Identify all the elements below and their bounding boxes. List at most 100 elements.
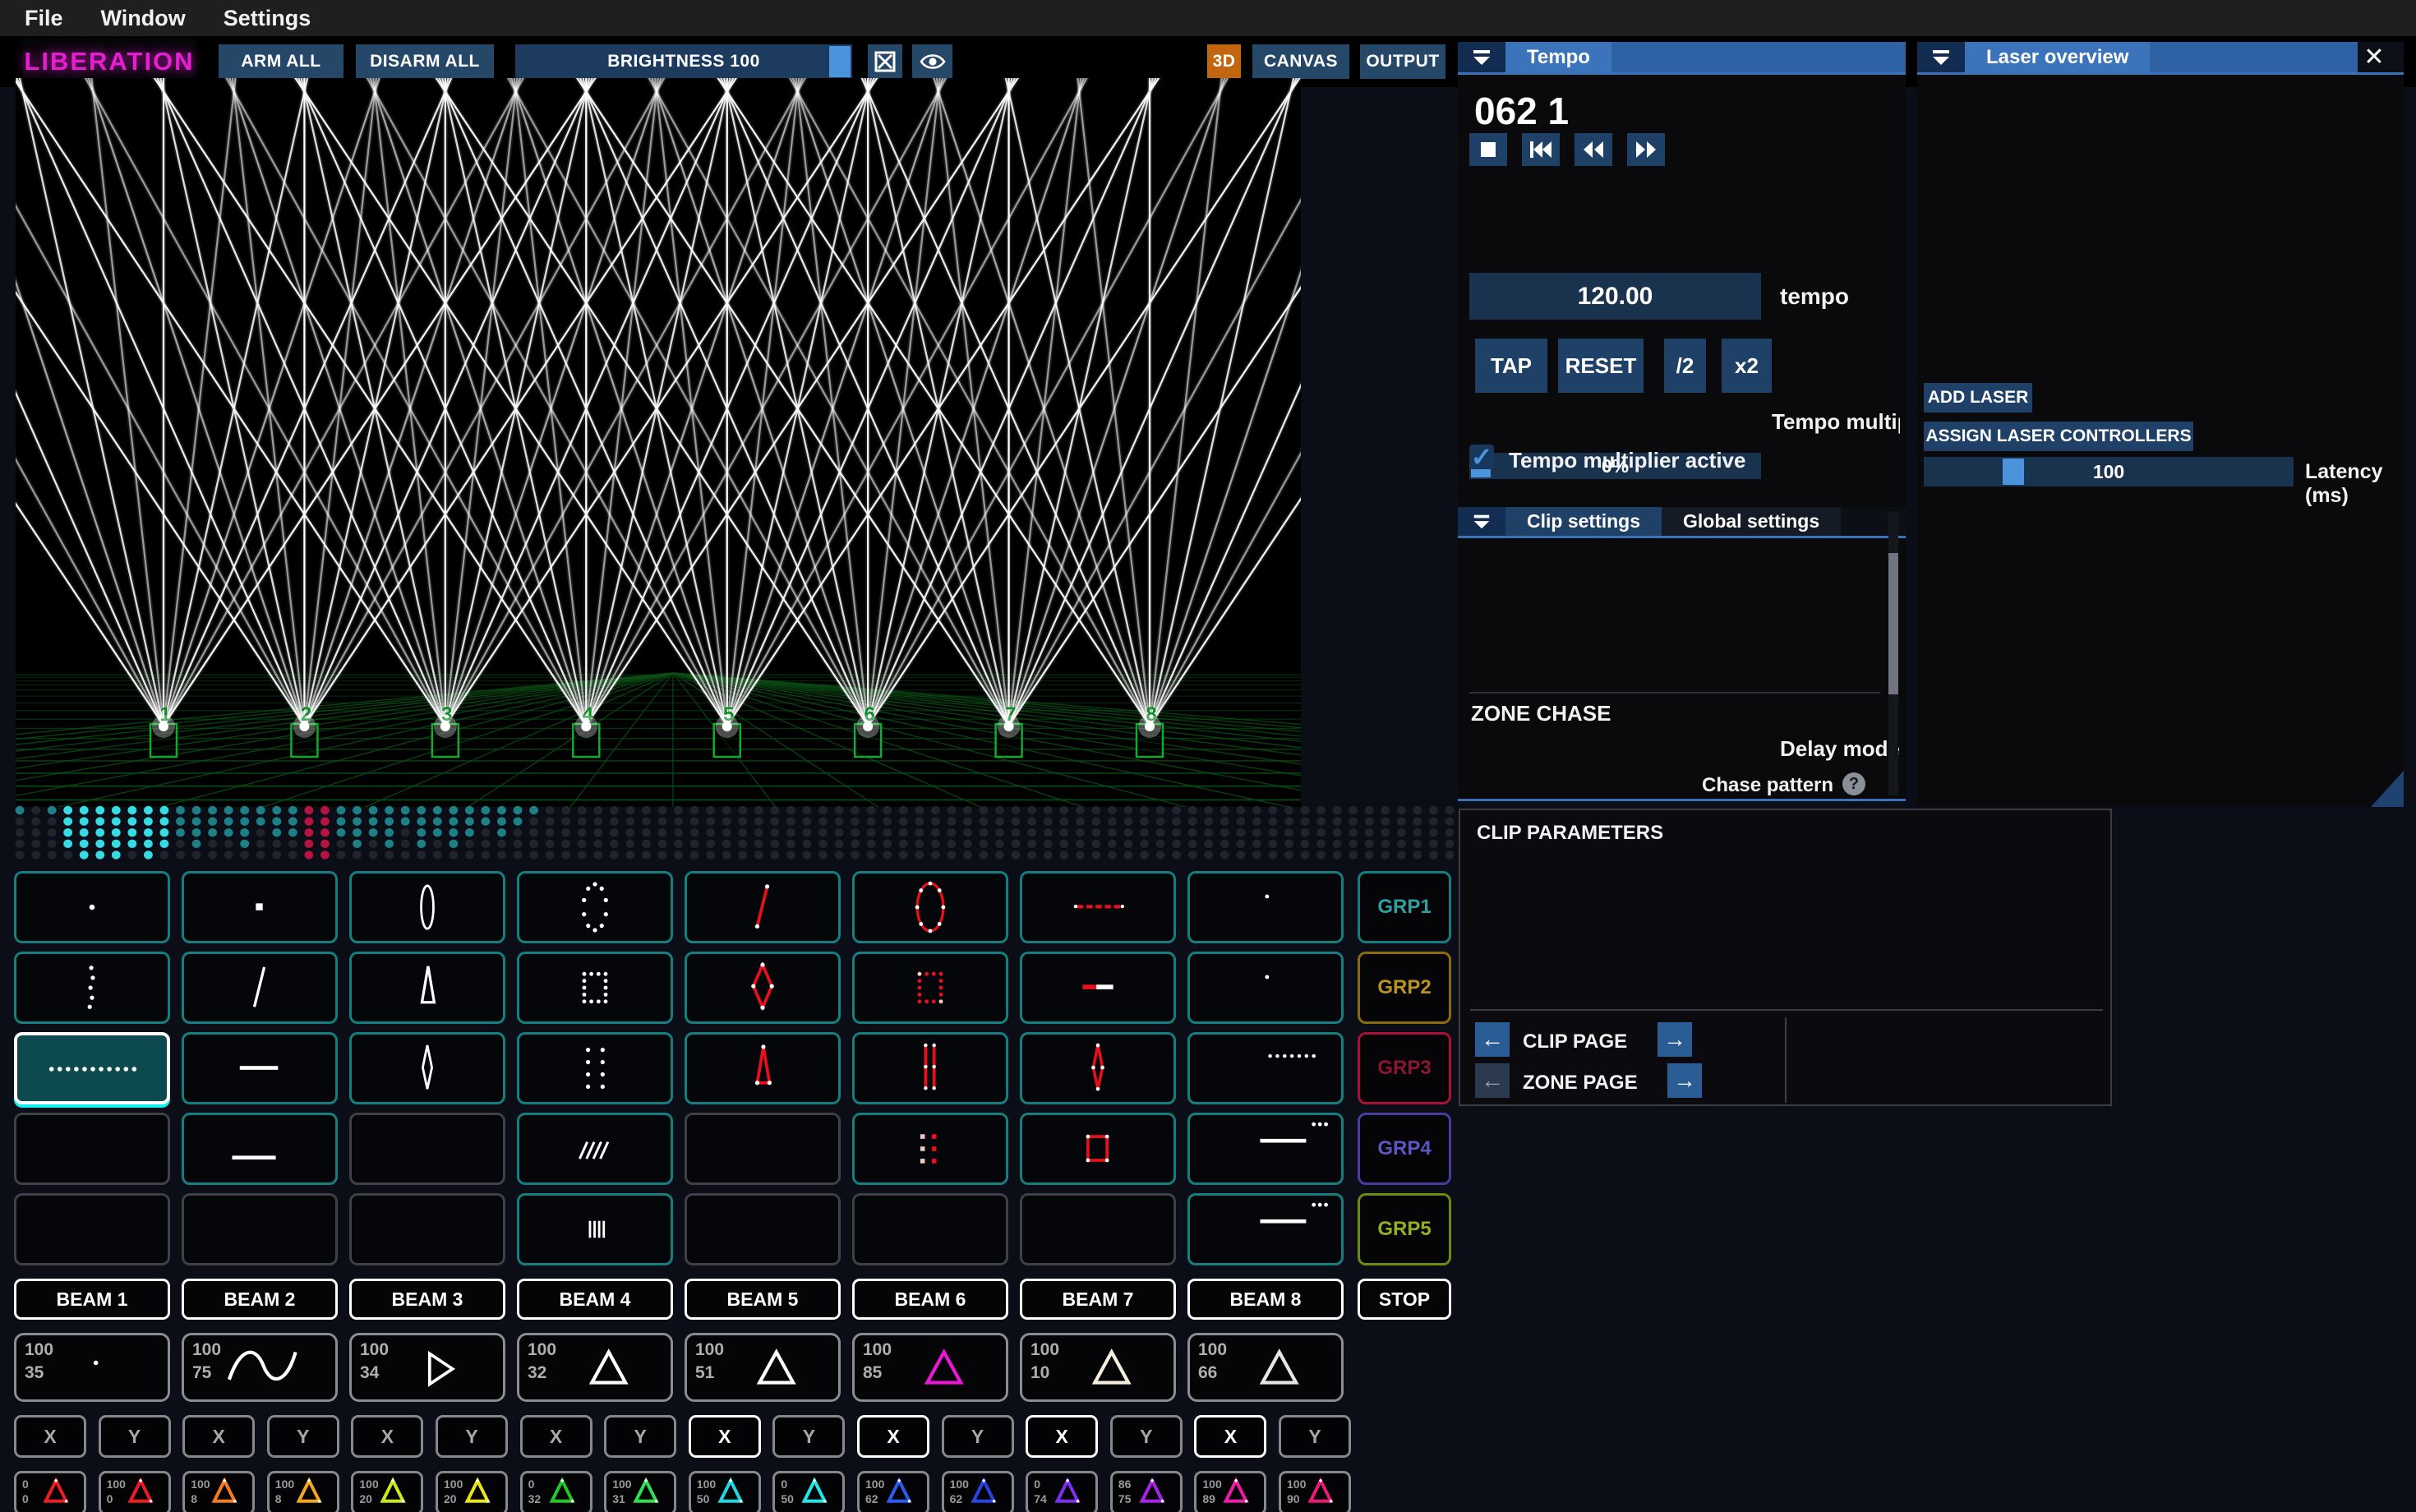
color-clip-2[interactable]: 1000: [99, 1471, 171, 1512]
beam-1-button[interactable]: BEAM 1: [14, 1279, 170, 1320]
beam-8-preview-tile[interactable]: 10066: [1187, 1333, 1344, 1402]
clip-cell-r3c4[interactable]: [517, 1032, 673, 1104]
clip-cell-r5c1[interactable]: [14, 1193, 170, 1265]
fast-forward-button[interactable]: [1627, 133, 1665, 166]
beam-8-button[interactable]: BEAM 8: [1187, 1279, 1344, 1320]
clip-cell-r5c4[interactable]: [517, 1193, 673, 1265]
clip-cell-r1c7[interactable]: [1020, 871, 1176, 943]
skip-start-button[interactable]: [1522, 133, 1560, 166]
laser-overview-tab[interactable]: Laser overview: [1965, 42, 2150, 72]
axis-x-button-6[interactable]: X: [857, 1415, 929, 1458]
clip-cell-r3c7[interactable]: [1020, 1032, 1176, 1104]
canvas-button[interactable]: CANVAS: [1252, 44, 1349, 79]
color-clip-9[interactable]: 10050: [689, 1471, 761, 1512]
color-clip-4[interactable]: 1008: [267, 1471, 339, 1512]
color-clip-15[interactable]: 10089: [1194, 1471, 1266, 1512]
tab-global-settings[interactable]: Global settings: [1662, 507, 1841, 536]
color-clip-8[interactable]: 10031: [604, 1471, 676, 1512]
clip-cell-r1c2[interactable]: [182, 871, 338, 943]
tap-button[interactable]: TAP: [1475, 339, 1547, 393]
axis-x-button-7[interactable]: X: [1026, 1415, 1098, 1458]
color-clip-11[interactable]: 10062: [857, 1471, 929, 1512]
panel-menu-icon[interactable]: [1917, 42, 1965, 72]
assign-laser-controllers-button[interactable]: ASSIGN LASER CONTROLLERS: [1924, 422, 2193, 451]
beam-4-button[interactable]: BEAM 4: [517, 1279, 673, 1320]
group-button-grp3[interactable]: GRP3: [1358, 1032, 1451, 1104]
scrollbar-thumb[interactable]: [1888, 553, 1898, 694]
axis-x-button-1[interactable]: X: [14, 1415, 86, 1458]
group-button-grp2[interactable]: GRP2: [1358, 952, 1451, 1024]
tempo-tab[interactable]: Tempo: [1505, 42, 1611, 72]
beam-1-preview-tile[interactable]: 10035: [14, 1333, 170, 1402]
stop-button[interactable]: [1469, 133, 1507, 166]
clip-cell-r5c3[interactable]: [349, 1193, 505, 1265]
clip-cell-r5c6[interactable]: [852, 1193, 1008, 1265]
color-clip-10[interactable]: 050: [772, 1471, 845, 1512]
axis-y-button-1[interactable]: Y: [99, 1415, 171, 1458]
clip-cell-r2c5[interactable]: [685, 952, 841, 1024]
add-laser-button[interactable]: ADD LASER: [1924, 383, 2032, 413]
clip-cell-r4c1[interactable]: [14, 1113, 170, 1185]
disarm-all-button[interactable]: DISARM ALL: [356, 44, 494, 79]
beam-4-preview-tile[interactable]: 10032: [517, 1333, 673, 1402]
clip-cell-r1c4[interactable]: [517, 871, 673, 943]
clip-cell-r1c5[interactable]: [685, 871, 841, 943]
beam-5-preview-tile[interactable]: 10051: [685, 1333, 841, 1402]
blackout-button[interactable]: [868, 44, 902, 79]
preview-button[interactable]: [912, 44, 952, 79]
resize-handle[interactable]: [2371, 771, 2404, 807]
axis-x-button-8[interactable]: X: [1194, 1415, 1266, 1458]
axis-y-button-7[interactable]: Y: [1110, 1415, 1183, 1458]
tempo-double-button[interactable]: x2: [1722, 339, 1772, 393]
axis-x-button-2[interactable]: X: [182, 1415, 255, 1458]
clip-cell-r4c2[interactable]: [182, 1113, 338, 1185]
beam-3-preview-tile[interactable]: 10034: [349, 1333, 505, 1402]
color-clip-13[interactable]: 074: [1026, 1471, 1098, 1512]
latency-slider[interactable]: 100: [1924, 457, 2294, 486]
clip-cell-r3c3[interactable]: [349, 1032, 505, 1104]
color-clip-14[interactable]: 8675: [1110, 1471, 1183, 1512]
clip-cell-r4c6[interactable]: [852, 1113, 1008, 1185]
clip-cell-r5c2[interactable]: [182, 1193, 338, 1265]
axis-y-button-5[interactable]: Y: [772, 1415, 845, 1458]
clip-cell-r2c4[interactable]: [517, 952, 673, 1024]
clip-cell-r1c6[interactable]: [852, 871, 1008, 943]
color-clip-3[interactable]: 1008: [182, 1471, 255, 1512]
axis-y-button-4[interactable]: Y: [604, 1415, 676, 1458]
menu-window[interactable]: Window: [101, 6, 186, 31]
axis-x-button-3[interactable]: X: [351, 1415, 423, 1458]
tempo-half-button[interactable]: /2: [1664, 339, 1706, 393]
clip-cell-r2c1[interactable]: [14, 952, 170, 1024]
reset-button[interactable]: RESET: [1558, 339, 1644, 393]
beam-2-preview-tile[interactable]: 10075: [182, 1333, 338, 1402]
group-button-grp4[interactable]: GRP4: [1358, 1113, 1451, 1185]
clip-cell-r3c5[interactable]: [685, 1032, 841, 1104]
laser-overview-titlebar[interactable]: Laser overview ✕: [1917, 42, 2404, 75]
color-clip-16[interactable]: 10090: [1279, 1471, 1351, 1512]
beam-3-button[interactable]: BEAM 3: [349, 1279, 505, 1320]
clip-cell-r2c6[interactable]: [852, 952, 1008, 1024]
clip-cell-r3c6[interactable]: [852, 1032, 1008, 1104]
clip-cell-r1c3[interactable]: [349, 871, 505, 943]
scrollbar-track[interactable]: [1888, 512, 1898, 795]
view-3d-button[interactable]: 3D: [1207, 44, 1241, 79]
color-clip-12[interactable]: 10062: [942, 1471, 1014, 1512]
clip-cell-r2c7[interactable]: [1020, 952, 1176, 1024]
clip-cell-r5c5[interactable]: [685, 1193, 841, 1265]
clip-cell-r1c8[interactable]: [1187, 871, 1344, 943]
axis-x-button-5[interactable]: X: [689, 1415, 761, 1458]
arm-all-button[interactable]: ARM ALL: [219, 44, 343, 79]
clip-cell-r4c5[interactable]: [685, 1113, 841, 1185]
clip-cell-r5c7[interactable]: [1020, 1193, 1176, 1265]
clip-cell-r5c8[interactable]: [1187, 1193, 1344, 1265]
clip-cell-r3c2[interactable]: [182, 1032, 338, 1104]
clip-cell-r4c8[interactable]: [1187, 1113, 1344, 1185]
beam-7-preview-tile[interactable]: 10010: [1020, 1333, 1176, 1402]
clip-cell-r1c1[interactable]: [14, 871, 170, 943]
clip-cell-r2c3[interactable]: [349, 952, 505, 1024]
stop-all-button[interactable]: STOP: [1358, 1279, 1451, 1320]
clip-cell-r4c3[interactable]: [349, 1113, 505, 1185]
menu-file[interactable]: File: [25, 6, 63, 31]
close-icon[interactable]: ✕: [2358, 42, 2404, 72]
latency-handle[interactable]: [2003, 459, 2024, 485]
